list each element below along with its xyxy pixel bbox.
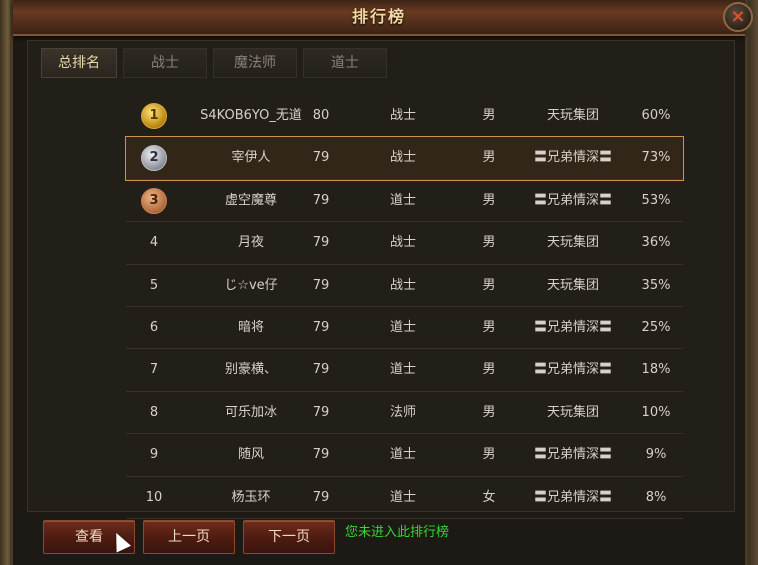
player-class: 战士 bbox=[389, 235, 416, 251]
player-sex: 男 bbox=[482, 108, 496, 123]
window-title: 排行榜 bbox=[351, 7, 406, 26]
player-sex: 男 bbox=[482, 404, 496, 420]
tab-bar: 总排名 战士 魔法师 道士 bbox=[41, 48, 387, 78]
player-sex: 女 bbox=[482, 489, 496, 505]
table-row[interactable]: 8 可乐加冰 79 法师 男 天玩集团 10% bbox=[126, 392, 683, 435]
player-level: 79 bbox=[312, 447, 330, 463]
player-guild: 〓兄弟情深〓 bbox=[533, 319, 612, 335]
table-row[interactable]: 2 宰伊人 79 战士 男 〓兄弟情深〓 73% bbox=[125, 136, 684, 181]
player-sex: 男 bbox=[482, 192, 496, 208]
player-sex: 男 bbox=[482, 362, 496, 378]
table-row[interactable]: 9 随风 79 道士 男 〓兄弟情深〓 9% bbox=[126, 434, 683, 477]
player-percent: 73% bbox=[641, 150, 671, 166]
prev-page-button[interactable]: 上一页 bbox=[143, 520, 235, 554]
player-class: 道士 bbox=[389, 362, 416, 378]
player-level: 79 bbox=[312, 235, 330, 251]
player-percent: 60% bbox=[641, 108, 671, 123]
player-sex: 男 bbox=[482, 150, 496, 166]
tab-overall[interactable]: 总排名 bbox=[41, 48, 117, 78]
rank-number: 4 bbox=[149, 235, 159, 251]
player-level: 79 bbox=[312, 150, 330, 166]
player-class: 道士 bbox=[389, 319, 416, 335]
player-guild: 〓兄弟情深〓 bbox=[533, 150, 612, 166]
player-class: 法师 bbox=[389, 404, 416, 420]
table-row[interactable]: 5 じ☆ve仔 79 战士 男 天玩集团 35% bbox=[126, 265, 683, 307]
rank-cell: 2 bbox=[126, 137, 182, 178]
player-level: 79 bbox=[312, 404, 330, 420]
tab-mage[interactable]: 魔法师 bbox=[213, 48, 297, 78]
leaderboard-window: 排行榜 × 总排名 战士 魔法师 道士 1 S4KOB6YO_无道 80 战士 … bbox=[10, 0, 753, 565]
player-level: 79 bbox=[312, 362, 330, 378]
rank-cell: 3 bbox=[126, 180, 182, 221]
rank-number: 7 bbox=[149, 362, 159, 378]
rank-number: 9 bbox=[149, 447, 159, 463]
player-guild: 天玩集团 bbox=[546, 277, 599, 293]
next-page-button[interactable]: 下一页 bbox=[243, 520, 335, 554]
rank-number: 10 bbox=[145, 489, 163, 505]
ranking-table: 1 S4KOB6YO_无道 80 战士 男 天玩集团 60% 2 宰伊人 79 … bbox=[125, 95, 684, 519]
player-level: 79 bbox=[312, 489, 330, 505]
rank-cell: 1 bbox=[126, 95, 182, 136]
player-percent: 25% bbox=[641, 319, 671, 335]
table-row[interactable]: 4 月夜 79 战士 男 天玩集团 36% bbox=[126, 222, 683, 265]
player-guild: 〓兄弟情深〓 bbox=[533, 489, 612, 505]
player-percent: 53% bbox=[641, 192, 671, 208]
rank-number: 5 bbox=[149, 277, 159, 293]
player-percent: 8% bbox=[645, 489, 667, 505]
player-percent: 9% bbox=[645, 447, 667, 463]
close-icon[interactable]: × bbox=[723, 2, 753, 32]
player-level: 80 bbox=[312, 108, 330, 123]
player-guild: 天玩集团 bbox=[546, 235, 599, 251]
player-class: 道士 bbox=[389, 192, 416, 208]
player-guild: 天玩集团 bbox=[546, 404, 599, 420]
tab-taoist[interactable]: 道士 bbox=[303, 48, 387, 78]
table-row[interactable]: 7 别豪横、 79 道士 男 〓兄弟情深〓 18% bbox=[126, 349, 683, 392]
player-sex: 男 bbox=[482, 277, 496, 293]
player-class: 战士 bbox=[389, 150, 416, 166]
gold-medal-icon: 1 bbox=[141, 103, 167, 129]
player-guild: 〓兄弟情深〓 bbox=[533, 447, 612, 463]
player-sex: 男 bbox=[482, 319, 496, 335]
player-sex: 男 bbox=[482, 235, 496, 251]
player-guild: 〓兄弟情深〓 bbox=[533, 192, 612, 208]
title-bar[interactable]: 排行榜 bbox=[13, 0, 745, 36]
table-row[interactable]: 10 杨玉环 79 道士 女 〓兄弟情深〓 8% bbox=[126, 477, 683, 519]
silver-medal-icon: 2 bbox=[141, 145, 167, 172]
rank-notice: 您未进入此排行榜 bbox=[345, 525, 450, 540]
player-guild: 〓兄弟情深〓 bbox=[533, 362, 612, 378]
player-percent: 35% bbox=[641, 277, 671, 293]
player-class: 战士 bbox=[389, 277, 416, 293]
player-class: 道士 bbox=[389, 489, 416, 505]
table-row[interactable]: 1 S4KOB6YO_无道 80 战士 男 天玩集团 60% bbox=[126, 95, 683, 138]
bronze-medal-icon: 3 bbox=[141, 187, 167, 214]
tab-warrior[interactable]: 战士 bbox=[123, 48, 207, 78]
player-level: 79 bbox=[312, 192, 330, 208]
player-percent: 10% bbox=[641, 404, 671, 420]
player-percent: 18% bbox=[641, 362, 671, 378]
player-class: 战士 bbox=[389, 108, 416, 123]
player-guild: 天玩集团 bbox=[546, 108, 599, 123]
table-row[interactable]: 3 虚空魔尊 79 道士 男 〓兄弟情深〓 53% bbox=[126, 180, 683, 223]
player-level: 79 bbox=[312, 277, 330, 293]
player-class: 道士 bbox=[389, 447, 416, 463]
player-level: 79 bbox=[312, 319, 330, 335]
rank-number: 8 bbox=[149, 404, 159, 420]
footer-bar: 查看 上一页 下一页 您未进入此排行榜 bbox=[43, 520, 743, 556]
table-row[interactable]: 6 暗将 79 道士 男 〓兄弟情深〓 25% bbox=[126, 307, 683, 350]
player-percent: 36% bbox=[641, 235, 671, 251]
rank-number: 6 bbox=[149, 319, 159, 335]
player-sex: 男 bbox=[482, 447, 496, 463]
